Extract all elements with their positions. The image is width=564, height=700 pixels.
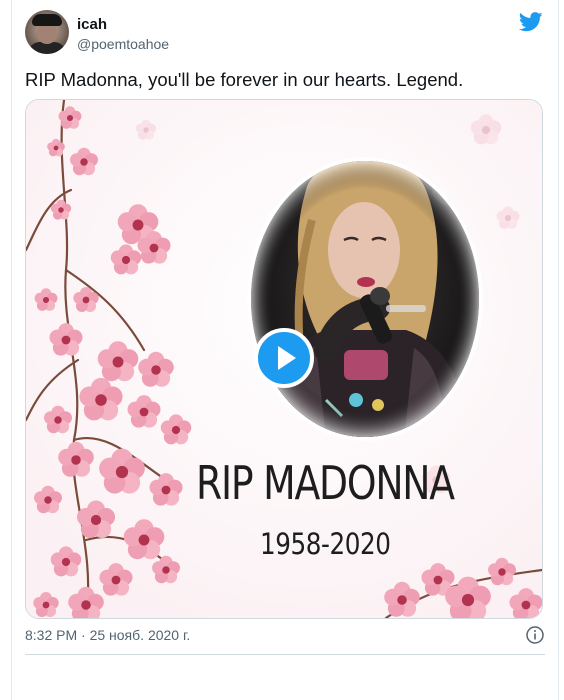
tweet-header: icah @poemtoahoe — [25, 10, 545, 56]
media-overlay-title: RIP MADONNA — [196, 456, 455, 510]
timestamp[interactable]: 8:32 PM · 25 нояб. 2020 г. — [25, 626, 190, 644]
media-video[interactable]: RIP MADONNA 1958-2020 — [25, 99, 543, 619]
avatar[interactable] — [25, 10, 69, 54]
author-name[interactable]: icah — [77, 16, 107, 34]
tweet-text: RIP Madonna, you'll be forever in our he… — [25, 69, 464, 90]
tweet-footer: 8:32 PM · 25 нояб. 2020 г. — [25, 626, 545, 646]
twitter-bird-icon[interactable] — [519, 12, 543, 32]
play-icon — [278, 346, 296, 370]
divider — [25, 654, 545, 655]
avatar-hair — [32, 14, 62, 26]
media-overlay-years: 1958-2020 — [260, 527, 391, 561]
info-icon[interactable] — [525, 625, 545, 645]
author-handle[interactable]: @poemtoahoe — [77, 36, 169, 52]
play-button[interactable] — [254, 328, 314, 388]
